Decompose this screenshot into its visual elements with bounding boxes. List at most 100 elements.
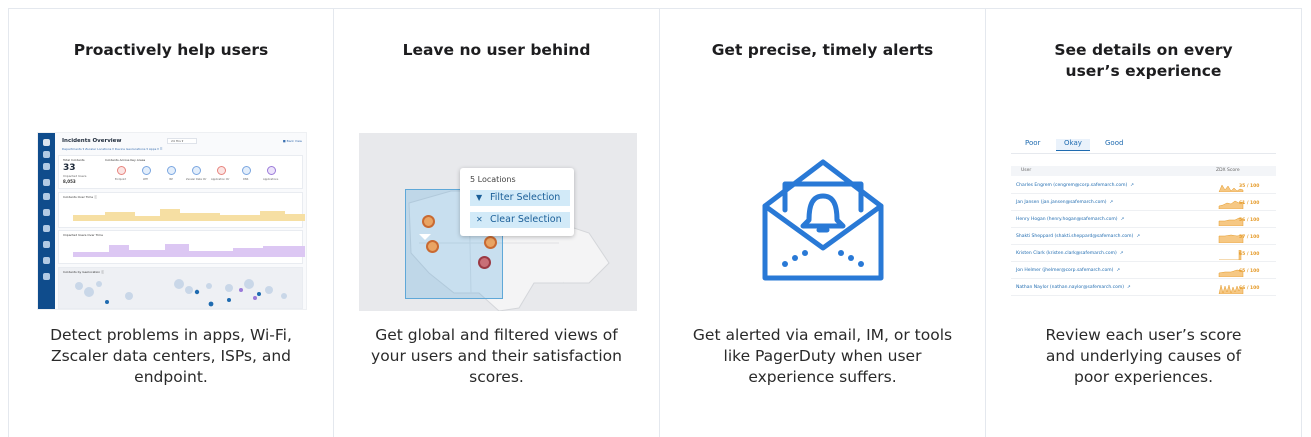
dashboard-title: Incidents Overview [62, 138, 122, 144]
external-link-icon[interactable]: ↗ [1110, 200, 1114, 205]
locations-map-screenshot: 5 Locations ▼ Filter Selection ✕ Clear Sel… [359, 133, 637, 311]
external-link-icon[interactable]: ↗ [1121, 217, 1125, 222]
external-link-icon[interactable]: ↗ [1127, 285, 1131, 290]
node-label: ISP [169, 178, 173, 181]
sidebar-dashboard-icon [43, 163, 50, 170]
external-link-icon[interactable]: ↗ [1130, 183, 1134, 188]
isp-node-icon [167, 166, 176, 175]
user-link[interactable]: Charles Engrem (cengrem@corp.safemarch.c… [1016, 183, 1134, 188]
score-tabs: Poor Okay Good [1011, 136, 1276, 154]
location-pin[interactable] [426, 240, 439, 253]
dashboard-sidebar [38, 133, 55, 309]
zdx-score: 65 / 100 [1239, 252, 1260, 257]
sidebar-administration-icon [43, 257, 50, 264]
location-pin[interactable] [478, 256, 491, 269]
popup-title: 5 Locations [470, 175, 516, 184]
dashboard-main: Incidents Overview Departments ▾ Zscaler… [55, 133, 306, 309]
feature-grid: Proactively help users Incidents Overvie… [8, 8, 1302, 437]
user-link[interactable]: Henry Hogan (henry.hogan@safemarch.com) ↗ [1016, 217, 1124, 222]
dns-node-icon [242, 166, 251, 175]
locations-popup: 5 Locations ▼ Filter Selection ✕ Clear Sel… [460, 168, 574, 236]
filter-selection-button[interactable]: ▼ Filter Selection [470, 190, 570, 206]
feature-card-alerts: Get precise, timely alerts Get alerted v… [659, 9, 985, 437]
feature-title: See details on every user’s experience [1054, 41, 1233, 80]
zdx-score: 35 / 100 [1239, 184, 1260, 189]
impacted-bar [263, 246, 305, 257]
impacted-users-value: 8,053 [63, 179, 76, 184]
application-ctr-node-icon [217, 166, 226, 175]
user-link[interactable]: Jon Helmer (jhelmer@corp.safemarch.com) ↗ [1016, 268, 1120, 273]
summary-card: Total Incidents 33 Impacted Users 8,053 … [58, 155, 303, 189]
table-row[interactable]: Nathan Naylor (nathan.naylor@safemarch.c… [1011, 282, 1276, 296]
user-column-header: User [1021, 168, 1032, 173]
close-icon: ✕ [476, 215, 483, 224]
incident-bar [73, 215, 105, 221]
impacted-bar [129, 250, 165, 257]
incidents-dashboard-screenshot: Incidents Overview Departments ▾ Zscaler… [38, 133, 306, 309]
feature-card-proactive: Proactively help users Incidents Overvie… [8, 9, 333, 437]
world-map-dots [75, 279, 287, 307]
feature-description: Get alerted via email, IM, or tools like… [692, 326, 953, 386]
endpoint-node-icon [117, 166, 126, 175]
clear-selection-button[interactable]: ✕ Clear Selection [470, 212, 570, 228]
user-link[interactable]: Jan Jansen (jan.jansen@safemarch.com) ↗ [1016, 200, 1113, 205]
impacted-users-over-time-card: Impacted Users Over Time [58, 230, 305, 264]
table-row[interactable]: Henry Hogan (henry.hogan@safemarch.com) ↗… [1011, 214, 1276, 228]
zdx-score: 57 / 100 [1239, 235, 1260, 240]
impacted-bar [233, 248, 263, 257]
sidebar-analytics-icon [43, 225, 50, 232]
tab-poor[interactable]: Poor [1025, 139, 1040, 147]
impacted-users-label: Impacted Users [63, 174, 87, 178]
tab-okay[interactable]: Okay [1056, 139, 1090, 151]
location-pin[interactable] [422, 215, 435, 228]
user-link[interactable]: Shakti Sheppard (shakti.sheppard@safemar… [1016, 234, 1140, 239]
impacted-bars [73, 241, 305, 257]
external-link-icon[interactable]: ↗ [1120, 251, 1124, 256]
node-label: Application Ctr [211, 178, 230, 181]
table-row[interactable]: Charles Engrem (cengrem@corp.safemarch.c… [1011, 180, 1276, 194]
filter-icon: ▼ [476, 193, 483, 202]
table-row[interactable]: Jan Jansen (jan.jansen@safemarch.com) ↗ 61… [1011, 197, 1276, 211]
score-column-header: ZDX Score [1216, 168, 1240, 173]
incident-bar [160, 209, 180, 221]
table-row[interactable]: Kristen Clark (kristen.clark@safemarch.c… [1011, 248, 1276, 262]
user-link[interactable]: Kristen Clark (kristen.clark@safemarch.c… [1016, 251, 1124, 256]
table-header: User ZDX Score [1011, 166, 1276, 176]
tab-good[interactable]: Good [1105, 139, 1123, 147]
location-pin[interactable] [484, 236, 497, 249]
incident-bar [135, 216, 160, 221]
table-row[interactable]: Jon Helmer (jhelmer@corp.safemarch.com) ↗… [1011, 265, 1276, 279]
feature-description: Get global and filtered views of your us… [371, 326, 622, 386]
feature-title: Proactively help users [73, 41, 269, 59]
zdx-score: 65 / 100 [1239, 269, 1260, 274]
incidents-over-time-card: Incidents Over Time ⓘ [58, 192, 305, 228]
impacted-bar [165, 244, 189, 257]
impacted-users-time-label: Impacted Users Over Time [63, 233, 103, 237]
wifi-node-icon [142, 166, 151, 175]
incident-bar [105, 212, 135, 221]
impacted-bar [73, 252, 109, 257]
feature-title: Leave no user behind [402, 41, 591, 59]
sidebar-logo-icon [43, 139, 50, 146]
node-label: Applications [263, 178, 279, 181]
sidebar-applications-icon [43, 179, 50, 186]
envelope-bell-icon [762, 159, 884, 281]
popup-tail [419, 234, 431, 240]
incidents-across-label: Incidents Across Key Areas [105, 158, 146, 162]
feature-description: Detect problems in apps, Wi‑Fi, Zscaler … [50, 326, 292, 386]
incident-bar [220, 215, 260, 221]
user-link[interactable]: Nathan Naylor (nathan.naylor@safemarch.c… [1016, 285, 1131, 290]
impacted-bar [189, 251, 233, 257]
feature-card-user-details: See details on every user’s experience P… [985, 9, 1302, 437]
external-link-icon[interactable]: ↗ [1136, 234, 1140, 239]
feature-card-no-user-behind: Leave no user behind 5 Locations ▼ Filter… [333, 9, 659, 437]
dashboard-link: ■ Back View [282, 139, 302, 143]
sidebar-users-icon [43, 193, 50, 200]
incident-bar [285, 214, 305, 221]
node-label: Endpoint [115, 178, 127, 181]
node-label: DNS [243, 178, 249, 181]
incidents-bars [73, 205, 305, 221]
table-row[interactable]: Shakti Sheppard (shakti.sheppard@safemar… [1011, 231, 1276, 245]
external-link-icon[interactable]: ↗ [1116, 268, 1120, 273]
applications-node-icon [267, 166, 276, 175]
